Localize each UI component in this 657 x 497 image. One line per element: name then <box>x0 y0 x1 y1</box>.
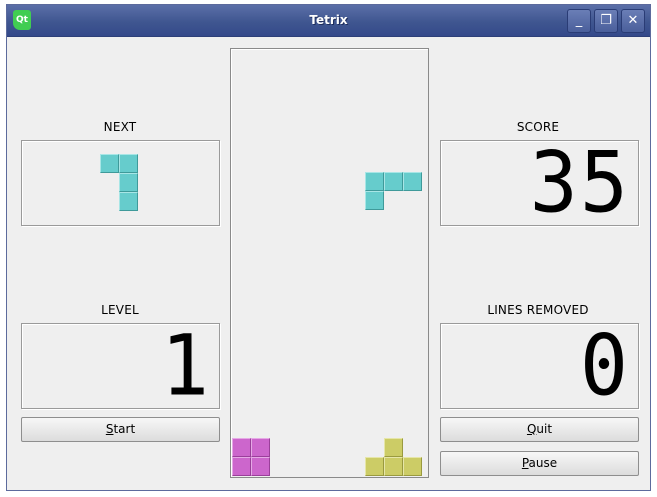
score-label: SCORE <box>516 120 560 134</box>
maximize-button[interactable]: ❐ <box>594 9 618 33</box>
quit-button[interactable]: Quit <box>440 417 639 442</box>
start-label-rest: tart <box>113 422 136 436</box>
lines-removed-value: 0 <box>579 316 630 415</box>
pause-button[interactable]: Pause <box>440 451 639 476</box>
landed-block <box>365 457 384 476</box>
falling-piece-block <box>403 172 422 191</box>
close-button[interactable]: ✕ <box>621 9 645 33</box>
level-value: 1 <box>160 316 211 415</box>
next-piece-block <box>119 173 138 192</box>
minimize-button[interactable]: _ <box>567 9 591 33</box>
quit-mnemonic: Q <box>526 422 537 436</box>
next-label: NEXT <box>103 120 137 134</box>
next-piece-block <box>119 192 138 211</box>
level-label: LEVEL <box>101 303 139 317</box>
landed-block <box>384 438 403 457</box>
quit-label-rest: uit <box>536 422 553 436</box>
landed-block <box>232 438 251 457</box>
landed-block <box>251 438 270 457</box>
tetrix-window: Qt Tetrix _ ❐ ✕ NEXT LEVEL 1 Start SCORE… <box>6 4 651 491</box>
landed-block <box>232 457 251 476</box>
lines-removed-display: 0 <box>440 323 639 409</box>
lines-lcd: 0 <box>579 316 630 415</box>
landed-block <box>251 457 270 476</box>
window-title: Tetrix <box>309 13 348 27</box>
level-display: 1 <box>21 323 220 409</box>
score-display: 35 <box>440 140 639 226</box>
falling-piece-block <box>384 172 403 191</box>
next-piece-display <box>21 140 220 226</box>
game-board[interactable] <box>230 48 429 478</box>
next-piece-block <box>100 154 119 173</box>
landed-block <box>403 457 422 476</box>
score-lcd: 35 <box>529 133 630 232</box>
lines-removed-label: LINES REMOVED <box>487 303 589 317</box>
next-piece-block <box>119 154 138 173</box>
start-button[interactable]: Start <box>21 417 220 442</box>
score-value: 35 <box>529 133 630 232</box>
pause-label-rest: ause <box>528 456 558 470</box>
level-lcd: 1 <box>160 316 211 415</box>
falling-piece-block <box>365 191 384 210</box>
pause-mnemonic: P <box>521 456 529 470</box>
title-bar[interactable]: Qt Tetrix _ ❐ ✕ <box>7 5 650 37</box>
falling-piece-block <box>365 172 384 191</box>
landed-block <box>384 457 403 476</box>
